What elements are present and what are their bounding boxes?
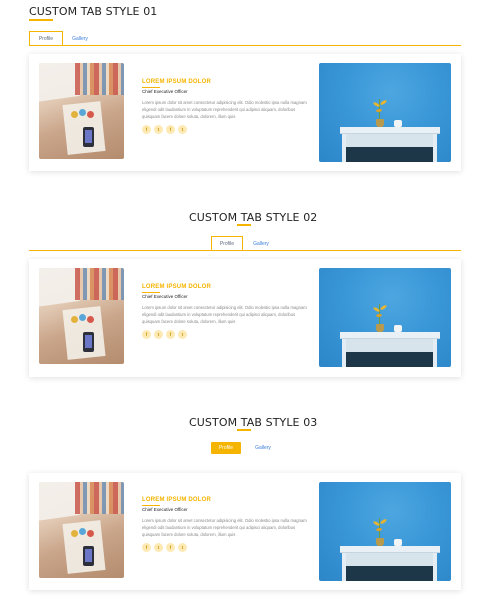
profile-card-2: LOREM IPSUM DOLOR Chief Executive Office… bbox=[29, 259, 461, 377]
section-title-1: CUSTOM TAB STYLE 01 bbox=[29, 5, 158, 18]
profile-description: Lorem ipsum dolor sit amet consectetur a… bbox=[142, 305, 307, 324]
profile-role: Chief Executive Officer bbox=[142, 294, 188, 299]
profile-description: Lorem ipsum dolor sit amet consectetur a… bbox=[142, 100, 307, 119]
section-title-3: CUSTOM TAB STYLE 03 bbox=[189, 416, 318, 429]
tabs-underline-1 bbox=[29, 45, 461, 46]
table-plant-photo bbox=[319, 268, 451, 367]
profile-info: LOREM IPSUM DOLOR Chief Executive Office… bbox=[142, 284, 312, 339]
facebook-icon[interactable]: f bbox=[142, 543, 151, 552]
tab-gallery-1[interactable]: Gallery bbox=[64, 31, 96, 46]
twitter-icon[interactable]: t bbox=[154, 125, 163, 134]
tab-profile-1[interactable]: Profile bbox=[29, 31, 63, 46]
profile-name: LOREM IPSUM DOLOR bbox=[142, 79, 212, 85]
twitter-icon[interactable]: t bbox=[154, 543, 163, 552]
twitter-icon[interactable]: t bbox=[178, 543, 187, 552]
twitter-icon[interactable]: t bbox=[154, 330, 163, 339]
facebook-icon[interactable]: f bbox=[142, 125, 151, 134]
workspace-photo bbox=[39, 482, 124, 578]
twitter-icon[interactable]: t bbox=[178, 125, 187, 134]
workspace-photo bbox=[39, 268, 124, 364]
table-plant-photo bbox=[319, 63, 451, 162]
facebook-icon[interactable]: f bbox=[166, 543, 175, 552]
profile-name-underline bbox=[142, 292, 160, 293]
profile-role: Chief Executive Officer bbox=[142, 89, 188, 94]
social-links: f t f t bbox=[142, 330, 312, 339]
profile-info: LOREM IPSUM DOLOR Chief Executive Office… bbox=[142, 79, 312, 134]
section-title-1-underline bbox=[29, 19, 53, 21]
profile-name-underline bbox=[142, 87, 160, 88]
social-links: f t f t bbox=[142, 125, 312, 134]
social-links: f t f t bbox=[142, 543, 312, 552]
profile-name: LOREM IPSUM DOLOR bbox=[142, 284, 212, 290]
profile-info: LOREM IPSUM DOLOR Chief Executive Office… bbox=[142, 497, 312, 552]
profile-card-3: LOREM IPSUM DOLOR Chief Executive Office… bbox=[29, 473, 461, 590]
section-title-2: CUSTOM TAB STYLE 02 bbox=[189, 211, 318, 224]
twitter-icon[interactable]: t bbox=[178, 330, 187, 339]
facebook-icon[interactable]: f bbox=[142, 330, 151, 339]
tabs-underline-2 bbox=[29, 250, 461, 251]
profile-card-1: LOREM IPSUM DOLOR Chief Executive Office… bbox=[29, 54, 461, 171]
tab-profile-3[interactable]: Profile bbox=[211, 442, 241, 454]
profile-description: Lorem ipsum dolor sit amet consectetur a… bbox=[142, 518, 307, 537]
section-title-3-underline bbox=[237, 429, 251, 431]
tab-gallery-2[interactable]: Gallery bbox=[245, 236, 277, 251]
workspace-photo bbox=[39, 63, 124, 159]
section-title-2-underline bbox=[237, 224, 251, 226]
tab-profile-2[interactable]: Profile bbox=[211, 236, 243, 251]
profile-name-underline bbox=[142, 505, 160, 506]
profile-name: LOREM IPSUM DOLOR bbox=[142, 497, 212, 503]
facebook-icon[interactable]: f bbox=[166, 125, 175, 134]
table-plant-photo bbox=[319, 482, 451, 581]
profile-role: Chief Executive Officer bbox=[142, 507, 188, 512]
tab-gallery-3[interactable]: Gallery bbox=[248, 442, 278, 454]
facebook-icon[interactable]: f bbox=[166, 330, 175, 339]
